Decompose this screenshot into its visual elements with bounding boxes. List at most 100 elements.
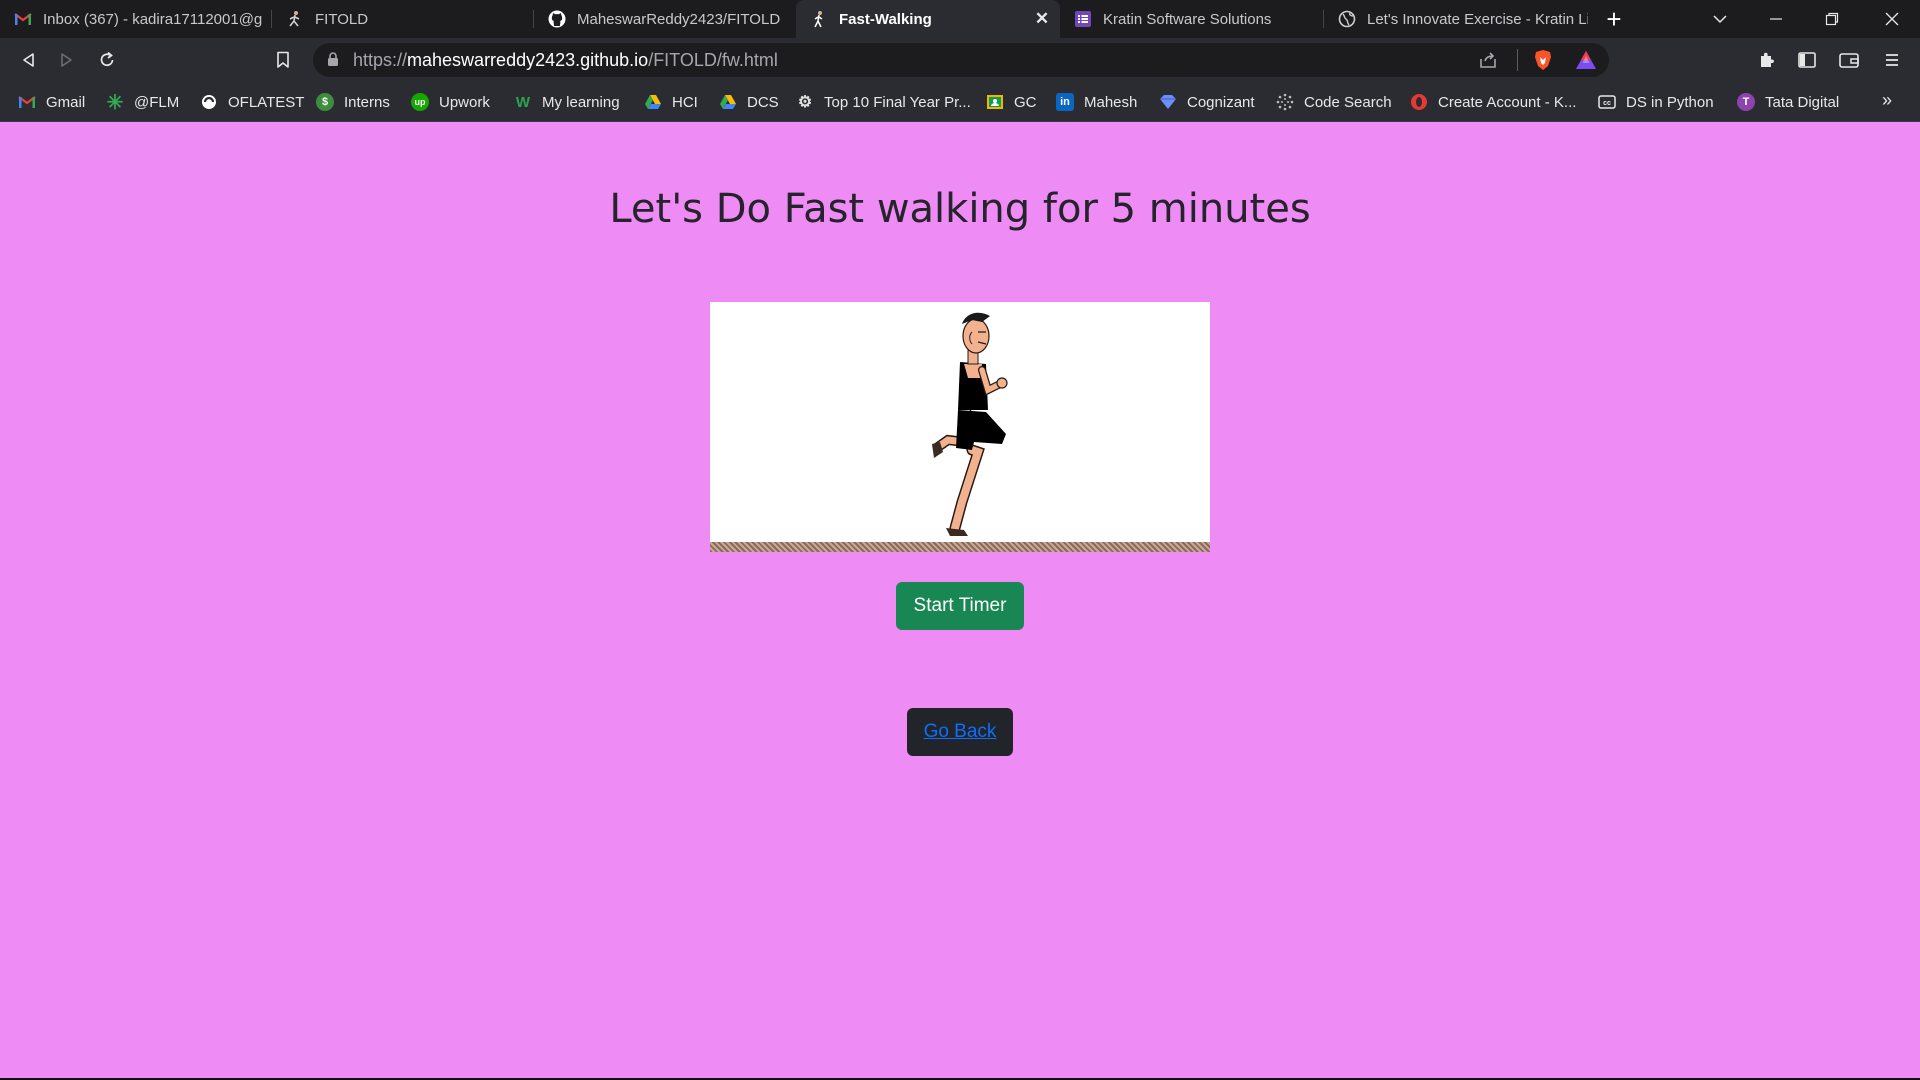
wallet-button[interactable] <box>1834 45 1864 75</box>
url-host: maheswarreddy2423.github.io <box>407 50 649 70</box>
gear-icon: ⚙ <box>797 94 813 111</box>
tab-kratin-form[interactable]: Kratin Software Solutions <box>1060 0 1324 38</box>
bookmark-top10-projects[interactable]: ⚙ Top 10 Final Year Pr... <box>796 91 971 113</box>
bookmark-cognizant[interactable]: Cognizant <box>1159 91 1255 113</box>
wallet-icon <box>1839 53 1859 68</box>
tab-label: FITOLD <box>315 10 369 28</box>
extensions-button[interactable] <box>1752 45 1782 75</box>
tab-fast-walking[interactable]: Fast-Walking ✕ <box>796 0 1060 38</box>
bookmark-upwork[interactable]: up Upwork <box>411 91 490 113</box>
drive-icon <box>719 93 737 111</box>
close-icon[interactable]: ✕ <box>1032 9 1052 29</box>
menu-button[interactable] <box>1877 45 1907 75</box>
forward-arrow-icon <box>61 53 72 67</box>
bookmark-label: DCS <box>747 93 779 111</box>
bookmark-label: GC <box>1014 93 1037 111</box>
bookmark-interns[interactable]: $ Interns <box>316 91 390 113</box>
bookmark-oflatest[interactable]: OFLATEST <box>200 91 304 113</box>
drive-icon <box>644 93 662 111</box>
chevron-down-icon <box>1713 15 1727 24</box>
bookmark-label: OFLATEST <box>228 93 305 111</box>
bookmark-ds-python[interactable]: cc DS in Python <box>1598 91 1714 113</box>
url-path: /FITOLD/fw.html <box>648 50 778 70</box>
globe-icon <box>1338 10 1356 28</box>
bookmark-create-account[interactable]: Create Account - K... <box>1410 91 1576 113</box>
tab-label: Fast-Walking <box>839 10 932 28</box>
cc-icon: cc <box>1598 93 1616 111</box>
browser-tab-strip: Inbox (367) - kadira17112001@g FITOLD Ma… <box>0 0 1920 38</box>
forward-button[interactable] <box>52 45 82 75</box>
tab-gmail-inbox[interactable]: Inbox (367) - kadira17112001@g <box>0 0 272 38</box>
restore-button[interactable] <box>1804 0 1860 38</box>
tab-github-repo[interactable]: MaheswarReddy2423/FITOLD <box>534 0 796 38</box>
brave-shields-icon[interactable] <box>1533 49 1553 76</box>
lock-icon <box>327 52 339 72</box>
tab-fitold[interactable]: FITOLD <box>272 0 534 38</box>
bookmark-dcs[interactable]: DCS <box>719 91 779 113</box>
tab-search-button[interactable] <box>1692 0 1748 38</box>
classroom-icon <box>986 93 1004 111</box>
bookmark-label: Top 10 Final Year Pr... <box>824 93 971 111</box>
url-text: https://maheswarreddy2423.github.io/FITO… <box>353 50 778 71</box>
bookmark-label: Tata Digital <box>1765 93 1840 111</box>
bookmark-hci[interactable]: HCI <box>644 91 698 113</box>
back-arrow-icon <box>23 53 34 67</box>
github-icon <box>548 10 566 28</box>
bookmark-icon <box>277 51 289 68</box>
page-title: Let's Do Fast walking for 5 minutes <box>609 186 1311 232</box>
reload-icon <box>100 51 114 67</box>
tata-icon: T <box>1737 93 1755 111</box>
runner-icon <box>286 10 304 28</box>
puzzle-icon <box>1761 52 1774 67</box>
asterisk-icon: ✳ <box>106 91 124 114</box>
back-button[interactable] <box>13 45 43 75</box>
bookmark-code-search[interactable]: Code Search <box>1276 91 1392 113</box>
address-bar[interactable]: https://maheswarreddy2423.github.io/FITO… <box>313 43 1609 77</box>
fast-walking-animation <box>710 302 1210 552</box>
diamond-icon <box>1159 93 1177 111</box>
bookmark-label: Upwork <box>439 93 490 111</box>
bookmark-gc[interactable]: GC <box>986 91 1037 113</box>
gmail-icon <box>18 93 36 111</box>
sidebar-button[interactable] <box>1792 45 1822 75</box>
close-window-button[interactable] <box>1864 0 1920 38</box>
runner-icon <box>810 10 828 28</box>
dots-icon <box>1276 93 1294 111</box>
more-bookmarks-chevron-icon[interactable]: » <box>1882 90 1892 111</box>
w-icon: W <box>515 93 531 111</box>
gmail-icon <box>14 10 32 28</box>
bookmark-tata-digital[interactable]: T Tata Digital <box>1737 91 1839 113</box>
close-icon <box>1885 12 1899 26</box>
tab-label: Inbox (367) - kadira17112001@g <box>43 10 263 28</box>
new-tab-button[interactable]: + <box>1600 5 1628 33</box>
start-timer-button[interactable]: Start Timer <box>896 582 1024 630</box>
sidebar-icon <box>1798 52 1816 68</box>
bookmark-gmail[interactable]: Gmail <box>18 91 85 113</box>
bookmark-page-button[interactable] <box>268 45 298 75</box>
swirl-icon <box>200 93 218 111</box>
bookmark-label: Interns <box>344 93 390 111</box>
bookmark-label: My learning <box>542 93 620 111</box>
share-icon[interactable] <box>1478 50 1498 75</box>
runner-illustration <box>932 312 1008 536</box>
url-divider <box>1517 49 1518 71</box>
bookmark-mahesh-linkedin[interactable]: in Mahesh <box>1056 91 1137 113</box>
browser-toolbar: https://maheswarreddy2423.github.io/FITO… <box>0 38 1920 82</box>
opera-icon <box>1410 93 1428 111</box>
reload-button[interactable] <box>92 45 122 75</box>
go-back-button[interactable]: Go Back <box>907 708 1013 756</box>
bookmark-label: @FLM <box>134 93 180 111</box>
dollar-icon: $ <box>316 93 334 111</box>
bookmark-label: Create Account - K... <box>1438 93 1577 111</box>
bookmark-my-learning[interactable]: W My learning <box>514 91 620 113</box>
bookmark-label: Code Search <box>1304 93 1392 111</box>
bookmark-label: Cognizant <box>1187 93 1255 111</box>
minimize-icon <box>1770 18 1782 20</box>
bookmark-flm[interactable]: ✳ @FLM <box>106 91 180 114</box>
tab-innovate-exercise[interactable]: Let's Innovate Exercise - Kratin Li <box>1324 0 1588 38</box>
svg-text:cc: cc <box>1603 100 1611 107</box>
minimize-button[interactable] <box>1748 0 1804 38</box>
go-back-link[interactable]: Go Back <box>924 721 997 743</box>
ground-strip <box>710 542 1210 552</box>
brave-rewards-icon[interactable] <box>1575 50 1597 75</box>
